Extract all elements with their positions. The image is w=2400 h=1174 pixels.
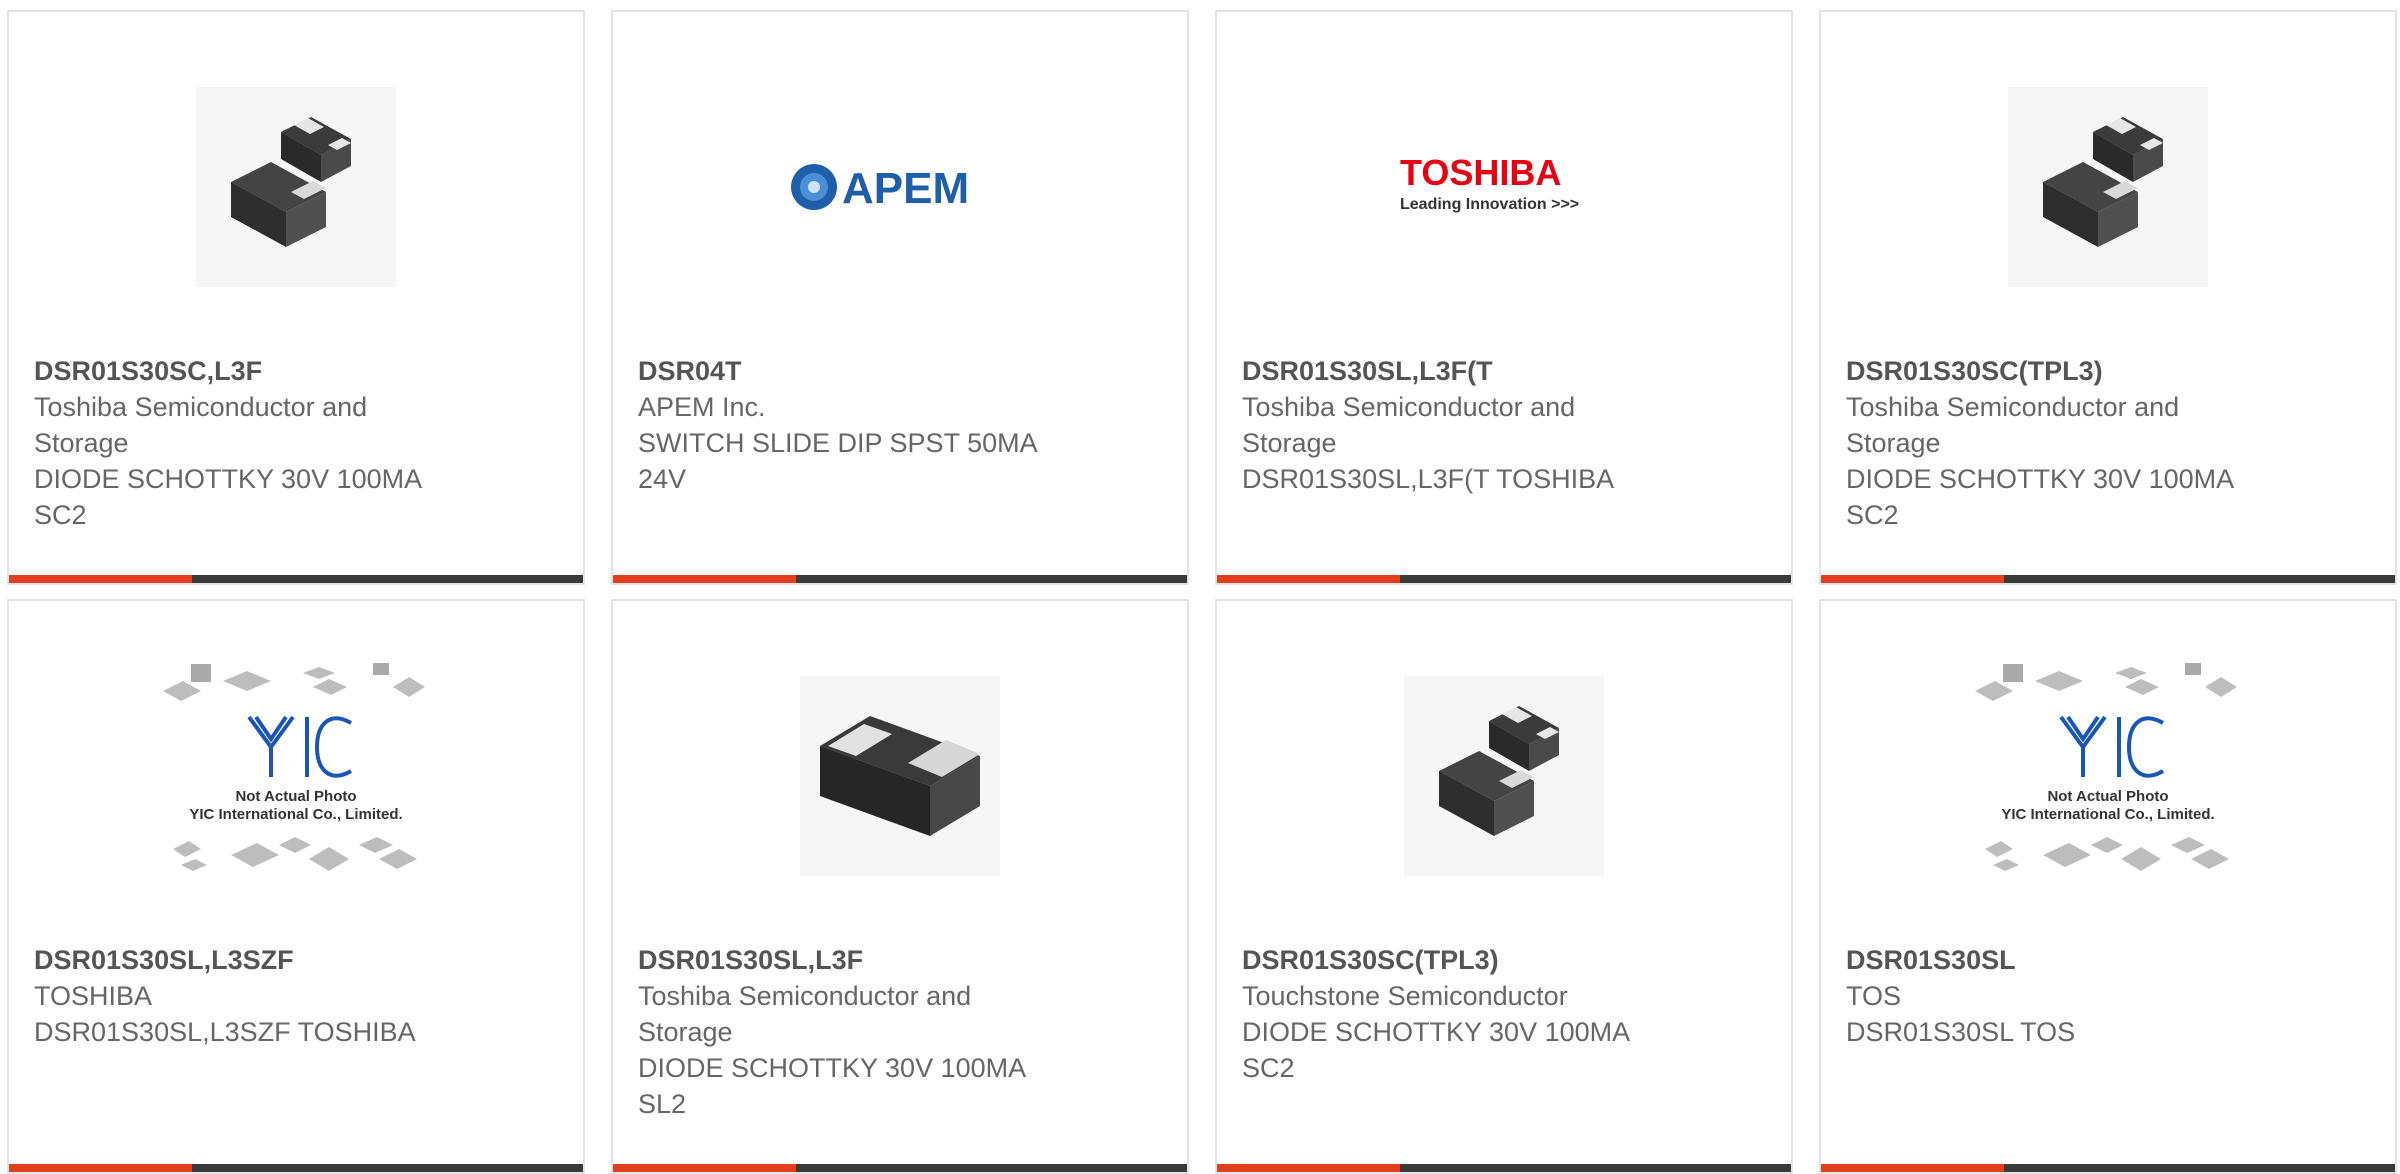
product-image[interactable] [1821, 72, 2395, 302]
toshiba-tagline: Leading Innovation >>> [1400, 196, 1579, 213]
diode-component-icon [800, 676, 1000, 876]
part-number[interactable]: DSR01S30SL,L3F [638, 942, 1058, 978]
part-number[interactable]: DSR01S30SC,L3F [34, 353, 454, 389]
manufacturer: Touchstone Semiconductor [1242, 981, 1568, 1011]
product-card[interactable]: TOSHIBA Leading Innovation >>> DSR01S30S… [1215, 10, 1793, 585]
manufacturer: Storage [638, 1017, 733, 1047]
manufacturer: Storage [1846, 428, 1941, 458]
description: DSR01S30SL,L3SZF TOSHIBA [34, 1017, 416, 1047]
product-card[interactable]: Not Actual Photo YIC International Co., … [7, 599, 585, 1174]
manufacturer: Toshiba Semiconductor and [638, 981, 972, 1011]
manufacturer: TOSHIBA [34, 981, 153, 1011]
apem-logo: APEM [791, 164, 969, 213]
manufacturer: Storage [1242, 428, 1337, 458]
card-footer-bar [1217, 575, 1791, 583]
card-footer-bar [613, 1164, 1187, 1172]
description: SL2 [638, 1089, 687, 1119]
description: DIODE SCHOTTKY 30V 100MA [34, 464, 423, 494]
product-image[interactable] [1217, 661, 1791, 891]
description: SC2 [1846, 500, 1899, 530]
description: SC2 [34, 500, 87, 530]
diode-component-icon [196, 87, 396, 287]
product-card[interactable]: APEM DSR04T APEM Inc. SWITCH SLIDE DIP S… [611, 10, 1189, 585]
part-number[interactable]: DSR01S30SL,L3F(T [1242, 353, 1662, 389]
manufacturer: APEM Inc. [638, 392, 766, 422]
description: DIODE SCHOTTKY 30V 100MA [1846, 464, 2235, 494]
diode-component-icon [2008, 87, 2208, 287]
card-footer-bar [1217, 1164, 1791, 1172]
toshiba-logo: TOSHIBA Leading Innovation >>> [1400, 152, 1579, 213]
description: DIODE SCHOTTKY 30V 100MA [1242, 1017, 1631, 1047]
product-image[interactable]: TOSHIBA Leading Innovation >>> [1217, 72, 1791, 302]
manufacturer: Storage [34, 428, 129, 458]
product-image[interactable]: Not Actual Photo YIC International Co., … [1821, 661, 2395, 891]
toshiba-logo-text: TOSHIBA [1400, 152, 1561, 193]
description: DSR01S30SL,L3F(T TOSHIBA [1242, 464, 1615, 494]
product-card[interactable]: Not Actual Photo YIC International Co., … [1819, 599, 2397, 1174]
description: 24V [638, 464, 687, 494]
manufacturer: Toshiba Semiconductor and [1846, 392, 2180, 422]
description: SC2 [1242, 1053, 1295, 1083]
product-image[interactable]: APEM [613, 72, 1187, 302]
diode-component-icon [1404, 676, 1604, 876]
product-card[interactable]: DSR01S30SC,L3F Toshiba Semiconductor and… [7, 10, 585, 585]
product-card[interactable]: DSR01S30SC(TPL3) Toshiba Semiconductor a… [1819, 10, 2397, 585]
part-number[interactable]: DSR01S30SL [1846, 942, 2266, 978]
product-image[interactable] [613, 661, 1187, 891]
description: DIODE SCHOTTKY 30V 100MA [638, 1053, 1027, 1083]
card-footer-bar [9, 1164, 583, 1172]
placeholder-company: YIC International Co., Limited. [189, 806, 402, 823]
yic-placeholder-image: Not Actual Photo YIC International Co., … [1975, 662, 2237, 871]
card-footer-bar [9, 575, 583, 583]
placeholder-caption: Not Actual Photo [2047, 788, 2168, 805]
part-number[interactable]: DSR01S30SL,L3SZF [34, 942, 454, 978]
manufacturer: TOS [1846, 981, 1902, 1011]
manufacturer: Toshiba Semiconductor and [34, 392, 368, 422]
card-footer-bar [1821, 575, 2395, 583]
yic-placeholder-image: Not Actual Photo YIC International Co., … [163, 662, 425, 871]
product-card[interactable]: DSR01S30SL,L3F Toshiba Semiconductor and… [611, 599, 1189, 1174]
product-image[interactable] [9, 72, 583, 302]
part-number[interactable]: DSR01S30SC(TPL3) [1242, 942, 1662, 978]
product-card[interactable]: DSR01S30SC(TPL3) Touchstone Semiconducto… [1215, 599, 1793, 1174]
card-footer-bar [613, 575, 1187, 583]
description: DSR01S30SL TOS [1846, 1017, 2076, 1047]
placeholder-caption: Not Actual Photo [235, 788, 356, 805]
card-footer-bar [1821, 1164, 2395, 1172]
part-number[interactable]: DSR04T [638, 353, 1058, 389]
description: SWITCH SLIDE DIP SPST 50MA [638, 428, 1038, 458]
manufacturer: Toshiba Semiconductor and [1242, 392, 1576, 422]
placeholder-company: YIC International Co., Limited. [2001, 806, 2214, 823]
product-image[interactable]: Not Actual Photo YIC International Co., … [9, 661, 583, 891]
part-number[interactable]: DSR01S30SC(TPL3) [1846, 353, 2266, 389]
apem-logo-text: APEM [842, 164, 969, 213]
